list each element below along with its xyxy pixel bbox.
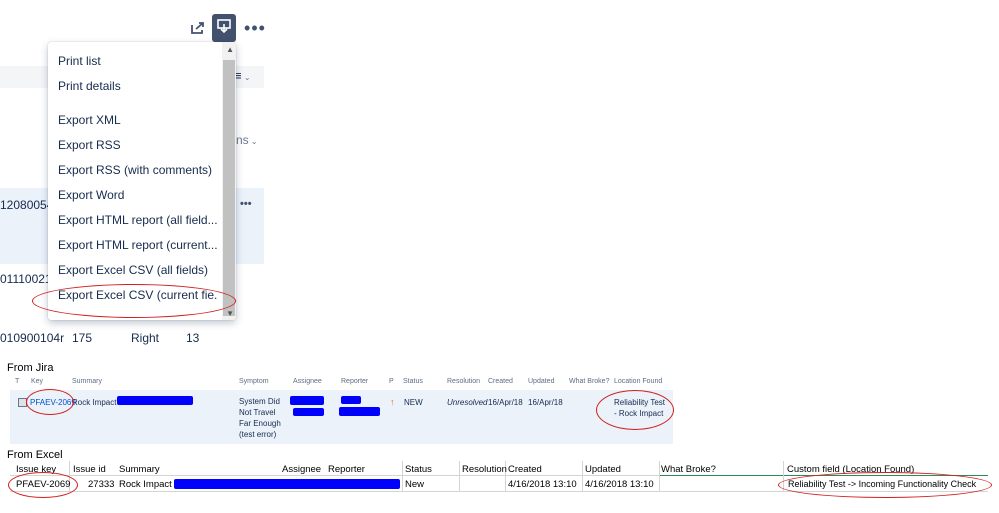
excel-gridline (659, 461, 660, 491)
jira-symptom-line: System Did (239, 397, 280, 406)
excel-header-created[interactable]: Created (508, 464, 542, 475)
jira-header-created[interactable]: Created (488, 378, 513, 385)
jira-symptom-line: Far Enough (239, 419, 281, 428)
excel-gridline (402, 461, 403, 491)
menu-item-export-rss-comments[interactable]: Export RSS (with comments) (58, 163, 218, 177)
jira-updated: 16/Apr/18 (528, 398, 563, 407)
redaction-mark (293, 408, 324, 416)
more-actions-button[interactable]: ••• (243, 16, 267, 40)
excel-status[interactable]: New (405, 479, 424, 490)
priority-arrow-icon: ↑ (390, 397, 395, 407)
menu-item-export-xml[interactable]: Export XML (58, 113, 218, 127)
scroll-up-icon[interactable]: ▲ (226, 45, 234, 54)
menu-item-export-rss[interactable]: Export RSS (58, 138, 218, 152)
excel-section-label: From Excel (7, 449, 63, 461)
jira-location-found: - Rock Impact (614, 409, 664, 418)
jira-header-priority[interactable]: P (389, 378, 394, 385)
export-icon (217, 18, 231, 38)
menu-item-export-word[interactable]: Export Word (58, 188, 218, 202)
excel-header-issue-key[interactable]: Issue key (16, 464, 56, 475)
excel-header-assignee[interactable]: Assignee (282, 464, 321, 475)
jira-section-label: From Jira (7, 362, 54, 374)
jira-header-key[interactable]: Key (31, 378, 43, 385)
jira-issue-key-link[interactable]: PFAEV-2069 (30, 398, 76, 407)
redaction-mark (341, 396, 361, 404)
excel-location-found[interactable]: Reliability Test -> Incoming Functionali… (788, 479, 976, 489)
excel-header-resolution[interactable]: Resolution (462, 464, 507, 475)
jira-location-found: Reliability Test (614, 398, 665, 407)
menu-item-export-csv-current[interactable]: Export Excel CSV (current fie... (58, 288, 218, 302)
excel-header-location-found[interactable]: Custom field (Location Found) (787, 464, 914, 475)
row-id: 01110021 (0, 272, 52, 286)
excel-gridline (459, 461, 460, 491)
excel-header-reporter[interactable]: Reporter (328, 464, 365, 475)
menu-item-print-details[interactable]: Print details (58, 79, 218, 93)
excel-gridline (783, 461, 784, 491)
list-view-icon[interactable]: ≡ ⌄ (234, 68, 251, 83)
jira-status: NEW (404, 398, 423, 407)
excel-header-what-broke[interactable]: What Broke? (661, 464, 716, 475)
jira-resolution: Unresolved (447, 398, 488, 407)
excel-header-status[interactable]: Status (405, 464, 432, 475)
jira-symptom-line: (test error) (239, 430, 277, 439)
excel-summary[interactable]: Rock Impact (119, 479, 172, 490)
jira-header-type: T (15, 378, 20, 385)
jira-header-reporter[interactable]: Reporter (341, 378, 368, 385)
menu-item-export-html-current[interactable]: Export HTML report (current... (58, 238, 218, 252)
share-icon[interactable] (186, 16, 210, 40)
menu-scrollbar[interactable]: ▲ ▼ (222, 42, 236, 320)
export-button[interactable] (212, 14, 236, 42)
excel-header-summary[interactable]: Summary (119, 464, 160, 475)
jira-header-symptom[interactable]: Symptom (239, 378, 269, 385)
jira-created: 16/Apr/18 (488, 398, 523, 407)
jira-header-summary[interactable]: Summary (72, 378, 102, 385)
jira-header-status[interactable]: Status (403, 378, 423, 385)
jira-summary[interactable]: Rock Impact (72, 398, 116, 407)
scroll-down-icon[interactable]: ▼ (226, 309, 234, 318)
jira-header-what-broke[interactable]: What Broke? (569, 378, 609, 385)
excel-header-updated[interactable]: Updated (585, 464, 621, 475)
row-id: 12080054 (0, 198, 54, 212)
redaction-mark (174, 479, 400, 489)
menu-item-print-list[interactable]: Print list (58, 54, 218, 68)
excel-gridline (10, 491, 988, 492)
redaction-mark (339, 407, 380, 416)
jira-header-location-found[interactable]: Location Found (614, 378, 662, 385)
scrollbar-thumb[interactable] (223, 60, 235, 316)
row-value: 175 (72, 331, 93, 345)
export-menu: Print list Print details Export XML Expo… (48, 42, 236, 320)
excel-gridline (582, 461, 583, 491)
redaction-mark (290, 396, 324, 405)
issue-type-icon (18, 398, 27, 407)
excel-created[interactable]: 4/16/2018 13:10 (508, 479, 577, 490)
menu-item-export-html-all[interactable]: Export HTML report (all field... (58, 213, 218, 227)
excel-gridline (660, 475, 988, 476)
columns-dropdown[interactable]: ns ⌄ (236, 133, 258, 147)
redaction-mark (117, 396, 193, 405)
jira-header-updated[interactable]: Updated (528, 378, 554, 385)
excel-issue-key[interactable]: PFAEV-2069 (16, 479, 70, 490)
row-value: 13 (186, 331, 200, 345)
excel-issue-id[interactable]: 27333 (88, 479, 114, 490)
row-value: Right (131, 331, 160, 345)
jira-symptom-line: Not Travel (239, 408, 276, 417)
row-id: 010900104r (0, 331, 65, 345)
excel-updated[interactable]: 4/16/2018 13:10 (585, 479, 654, 490)
jira-header-resolution[interactable]: Resolution (447, 378, 480, 385)
jira-header-assignee[interactable]: Assignee (293, 378, 322, 385)
excel-header-issue-id[interactable]: Issue id (73, 464, 106, 475)
row-more-button[interactable]: ••• (240, 198, 252, 210)
menu-item-export-csv-all[interactable]: Export Excel CSV (all fields) (58, 263, 218, 277)
